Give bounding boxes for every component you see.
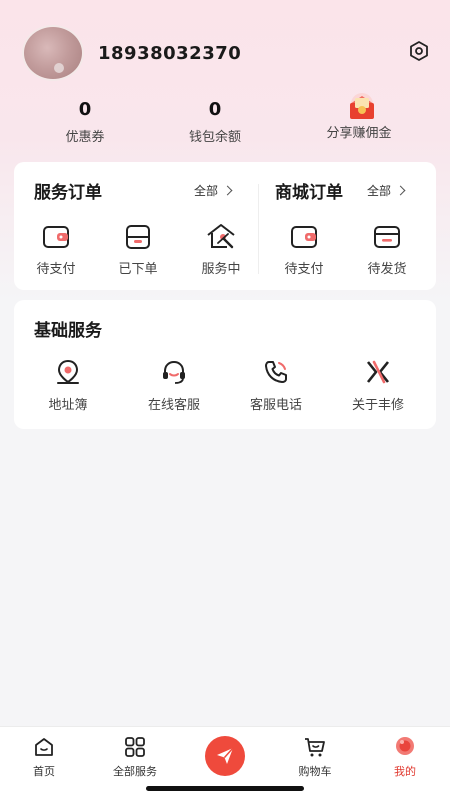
basic-services-title: 基础服务 bbox=[34, 321, 102, 341]
brand-logo-icon bbox=[366, 360, 390, 384]
service-label: 关于丰修 bbox=[351, 398, 404, 413]
red-envelope-icon bbox=[342, 92, 376, 119]
service-order-placed[interactable]: 已下单 bbox=[106, 224, 170, 277]
service-orders-all-link[interactable]: 全部 bbox=[194, 182, 233, 199]
share-label: 分享赚佣金 bbox=[326, 126, 392, 141]
order-placed-icon bbox=[126, 225, 150, 249]
wallet-balance: 0 bbox=[208, 99, 222, 120]
service-orders-all-label: 全部 bbox=[194, 184, 219, 198]
location-pin-icon bbox=[57, 359, 79, 384]
coupon-stat[interactable]: 0 优惠券 bbox=[25, 98, 145, 145]
tab-cart[interactable]: 购物车 bbox=[275, 735, 355, 779]
tab-label: 购物车 bbox=[298, 765, 332, 778]
wallet-icon bbox=[291, 226, 317, 248]
mall-order-pending-shipment[interactable]: 待发货 bbox=[355, 224, 419, 277]
chevron-right-icon bbox=[395, 185, 406, 196]
chevron-right-icon bbox=[222, 185, 233, 196]
tab-all-services[interactable]: 全部服务 bbox=[95, 735, 175, 779]
center-action-button[interactable] bbox=[205, 736, 245, 776]
tab-profile[interactable]: 我的 bbox=[365, 735, 445, 779]
headset-icon bbox=[163, 360, 185, 384]
service-label: 在线客服 bbox=[147, 398, 200, 413]
mall-order-label: 待支付 bbox=[284, 262, 324, 277]
settings-icon[interactable] bbox=[408, 40, 430, 62]
tab-label: 我的 bbox=[394, 765, 416, 778]
service-orders-title: 服务订单 bbox=[34, 183, 102, 203]
service-about[interactable]: 关于丰修 bbox=[346, 358, 410, 413]
wallet-label: 钱包余额 bbox=[188, 130, 241, 145]
service-label: 客服电话 bbox=[249, 398, 302, 413]
phone-number: 18938032370 bbox=[98, 42, 242, 64]
mall-orders-all-link[interactable]: 全部 bbox=[367, 182, 406, 199]
coupon-label: 优惠券 bbox=[65, 130, 105, 145]
service-order-label: 已下单 bbox=[118, 262, 158, 277]
cart-icon bbox=[305, 738, 325, 757]
phone-icon bbox=[265, 361, 287, 383]
service-order-pending-payment[interactable]: 待支付 bbox=[24, 224, 88, 277]
coupon-count: 0 bbox=[78, 99, 92, 120]
avatar[interactable] bbox=[22, 25, 84, 81]
wallet-stat[interactable]: 0 钱包余额 bbox=[155, 98, 275, 145]
mall-orders-title: 商城订单 bbox=[275, 183, 343, 203]
share-commission[interactable]: 分享赚佣金 bbox=[299, 93, 419, 141]
service-order-in-service[interactable]: 服务中 bbox=[189, 222, 253, 277]
grid-icon bbox=[125, 737, 145, 757]
service-order-label: 待支付 bbox=[36, 262, 76, 277]
orders-divider bbox=[258, 184, 259, 274]
account-stats: 0 优惠券 0 钱包余额 分享赚佣金 bbox=[0, 93, 450, 148]
home-icon bbox=[35, 738, 53, 756]
service-online-support[interactable]: 在线客服 bbox=[142, 358, 206, 413]
tab-label: 首页 bbox=[33, 765, 55, 778]
service-support-phone[interactable]: 客服电话 bbox=[244, 358, 308, 413]
wallet-icon bbox=[43, 226, 69, 248]
home-indicator bbox=[146, 786, 304, 791]
service-label: 地址簿 bbox=[48, 398, 88, 413]
orders-card: 服务订单 全部 商城订单 全部 待支付 已下单 服务中 待支付 待发货 bbox=[14, 162, 436, 290]
tab-label: 全部服务 bbox=[113, 765, 157, 778]
basic-services-card: 基础服务 地址簿 在线客服 客服电话 关于丰修 bbox=[14, 300, 436, 429]
house-tools-icon bbox=[207, 224, 235, 249]
pending-shipment-icon bbox=[374, 226, 400, 248]
mall-order-label: 待发货 bbox=[367, 262, 407, 277]
send-icon bbox=[217, 747, 234, 764]
service-address-book[interactable]: 地址簿 bbox=[36, 358, 100, 413]
mall-order-pending-payment[interactable]: 待支付 bbox=[272, 224, 336, 277]
profile-icon bbox=[396, 737, 414, 755]
tab-home[interactable]: 首页 bbox=[4, 735, 84, 779]
mall-orders-all-label: 全部 bbox=[367, 184, 392, 198]
service-order-label: 服务中 bbox=[201, 262, 241, 277]
profile-header: 18938032370 bbox=[22, 25, 241, 81]
